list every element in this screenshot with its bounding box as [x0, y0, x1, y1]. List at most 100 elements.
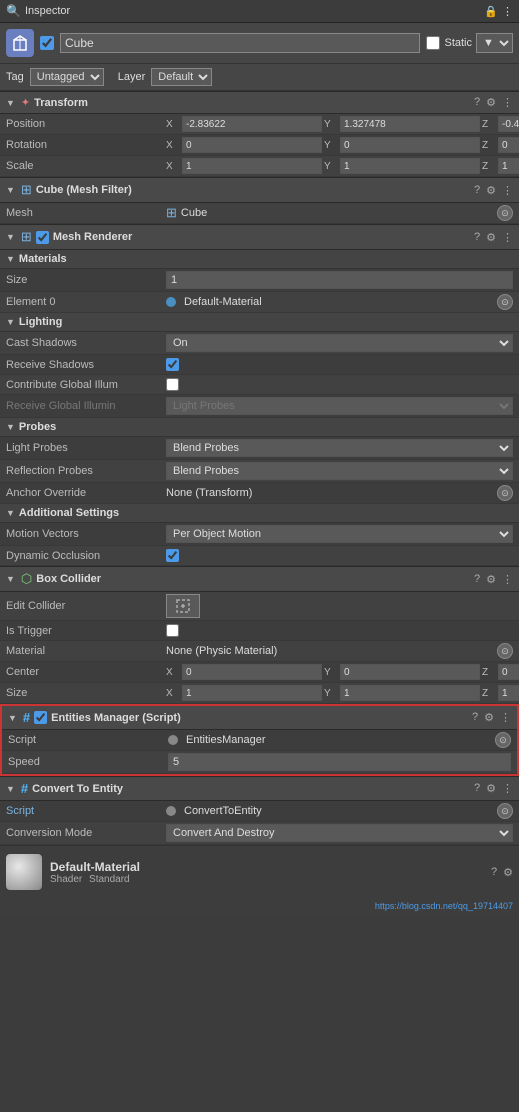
dynamic-occlusion-checkbox[interactable] — [166, 549, 179, 562]
collider-material-ref: None (Physic Material) ⊙ — [166, 643, 513, 659]
mesh-filter-actions: ? ⚙ ⋮ — [474, 184, 513, 197]
motion-vectors-select[interactable]: Per Object Motion — [166, 525, 513, 543]
transform-collapse-triangle: ▼ — [6, 98, 15, 108]
collider-center-row: Center X Y Z — [0, 662, 519, 683]
probes-subsection: ▼ Probes — [0, 418, 519, 437]
tag-label: Tag — [6, 71, 24, 83]
entities-manager-help-icon[interactable]: ? — [472, 711, 478, 724]
receive-gi-select[interactable]: Light Probes — [166, 397, 513, 415]
convert-to-entity-actions: ? ⚙ ⋮ — [474, 782, 513, 795]
position-y-input[interactable] — [340, 116, 480, 132]
position-x-input[interactable] — [182, 116, 322, 132]
static-dropdown[interactable]: ▼ — [476, 33, 513, 53]
rotation-y-input[interactable] — [340, 137, 480, 153]
size-z-input[interactable] — [498, 685, 519, 701]
entities-manager-section-header[interactable]: ▼ # Entities Manager (Script) ? ⚙ ⋮ — [2, 706, 517, 730]
position-xyz: X Y Z — [166, 116, 519, 132]
size-x-input[interactable] — [182, 685, 322, 701]
mesh-filter-settings-icon[interactable]: ⚙ — [486, 184, 496, 197]
edit-collider-button[interactable] — [166, 594, 200, 618]
entities-speed-input[interactable] — [168, 753, 511, 771]
receive-gi-row: Receive Global Illumin Light Probes — [0, 395, 519, 418]
reflection-probes-select[interactable]: Blend Probes — [166, 462, 513, 480]
box-collider-section-header[interactable]: ▼ ⬡ Box Collider ? ⚙ ⋮ — [0, 566, 519, 592]
center-x-input[interactable] — [182, 664, 322, 680]
convert-to-entity-collapse-triangle: ▼ — [6, 784, 15, 794]
materials-size-row: Size — [0, 269, 519, 292]
rotation-z-input[interactable] — [498, 137, 519, 153]
entities-manager-highlighted-container: ▼ # Entities Manager (Script) ? ⚙ ⋮ Scri… — [0, 704, 519, 776]
transform-section-header[interactable]: ▼ ✦ Transform ? ⚙ ⋮ — [0, 91, 519, 114]
material-help-icon[interactable]: ? — [491, 866, 497, 879]
position-z-input[interactable] — [498, 116, 519, 132]
size-y-input[interactable] — [340, 685, 480, 701]
material-settings-icon[interactable]: ⚙ — [503, 866, 513, 879]
anchor-override-row: Anchor Override None (Transform) ⊙ — [0, 483, 519, 504]
box-collider-settings-icon[interactable]: ⚙ — [486, 573, 496, 586]
object-name-input[interactable] — [60, 33, 420, 53]
scale-x-input[interactable] — [182, 158, 322, 174]
conversion-mode-select[interactable]: Convert And Destroy — [166, 824, 513, 842]
collider-material-row: Material None (Physic Material) ⊙ — [0, 641, 519, 662]
entities-manager-settings-icon[interactable]: ⚙ — [484, 711, 494, 724]
mesh-renderer-section-header[interactable]: ▼ ⊞ Mesh Renderer ? ⚙ ⋮ — [0, 224, 519, 250]
light-probes-row: Light Probes Blend Probes — [0, 437, 519, 460]
static-checkbox[interactable] — [426, 36, 440, 50]
object-enabled-checkbox[interactable] — [40, 36, 54, 50]
entities-manager-menu-icon[interactable]: ⋮ — [500, 711, 511, 724]
convert-to-entity-section-header[interactable]: ▼ # Convert To Entity ? ⚙ ⋮ — [0, 776, 519, 801]
conversion-mode-label: Conversion Mode — [6, 827, 166, 839]
material-info: Default-Material Shader Standard — [50, 860, 491, 885]
mesh-renderer-menu-icon[interactable]: ⋮ — [502, 231, 513, 244]
transform-actions: ? ⚙ ⋮ — [474, 96, 513, 109]
mesh-label: Mesh — [6, 207, 166, 219]
collider-size-row: Size X Y Z — [0, 683, 519, 704]
rotation-x-input[interactable] — [182, 137, 322, 153]
convert-settings-icon[interactable]: ⚙ — [486, 782, 496, 795]
mesh-renderer-help-icon[interactable]: ? — [474, 231, 480, 244]
convert-script-select-btn[interactable]: ⊙ — [497, 803, 513, 819]
mesh-row: Mesh ⊞ Cube ⊙ — [0, 203, 519, 224]
tag-select[interactable]: Untagged — [30, 68, 104, 86]
mesh-renderer-settings-icon[interactable]: ⚙ — [486, 231, 496, 244]
convert-help-icon[interactable]: ? — [474, 782, 480, 795]
mesh-filter-help-icon[interactable]: ? — [474, 184, 480, 197]
transform-settings-icon[interactable]: ⚙ — [486, 96, 496, 109]
transform-help-icon[interactable]: ? — [474, 96, 480, 109]
convert-menu-icon[interactable]: ⋮ — [502, 782, 513, 795]
scale-y-input[interactable] — [340, 158, 480, 174]
tag-layer-row: Tag Untagged Layer Default — [0, 64, 519, 91]
menu-icon[interactable]: ⋮ — [502, 5, 513, 18]
entities-script-select-btn[interactable]: ⊙ — [495, 732, 511, 748]
box-collider-menu-icon[interactable]: ⋮ — [502, 573, 513, 586]
center-z-input[interactable] — [498, 664, 519, 680]
receive-shadows-checkbox[interactable] — [166, 358, 179, 371]
collider-material-select-btn[interactable]: ⊙ — [497, 643, 513, 659]
mesh-filter-section-header[interactable]: ▼ ⊞ Cube (Mesh Filter) ? ⚙ ⋮ — [0, 177, 519, 203]
light-probes-select[interactable]: Blend Probes — [166, 439, 513, 457]
lighting-triangle: ▼ — [6, 317, 15, 327]
entities-manager-actions: ? ⚙ ⋮ — [472, 711, 511, 724]
transform-menu-icon[interactable]: ⋮ — [502, 96, 513, 109]
center-y-input[interactable] — [340, 664, 480, 680]
materials-size-input[interactable] — [166, 271, 513, 289]
cast-shadows-select[interactable]: On — [166, 334, 513, 352]
box-collider-help-icon[interactable]: ? — [474, 573, 480, 586]
scale-y-label: Y — [324, 161, 336, 172]
mesh-select-btn[interactable]: ⊙ — [497, 205, 513, 221]
layer-select[interactable]: Default — [151, 68, 212, 86]
mesh-filter-menu-icon[interactable]: ⋮ — [502, 184, 513, 197]
element0-select-btn[interactable]: ⊙ — [497, 294, 513, 310]
anchor-override-select-btn[interactable]: ⊙ — [497, 485, 513, 501]
position-label: Position — [6, 118, 166, 130]
mesh-renderer-section-title: Mesh Renderer — [53, 231, 470, 243]
convert-to-entity-icon: # — [21, 781, 28, 796]
lock-icon[interactable]: 🔒 — [484, 5, 498, 18]
mesh-renderer-enabled-checkbox[interactable] — [36, 231, 49, 244]
is-trigger-checkbox[interactable] — [166, 624, 179, 637]
scale-z-input[interactable] — [498, 158, 519, 174]
dynamic-occlusion-label: Dynamic Occlusion — [6, 550, 166, 562]
entities-manager-enabled-checkbox[interactable] — [34, 711, 47, 724]
contribute-gi-checkbox[interactable] — [166, 378, 179, 391]
materials-size-label: Size — [6, 274, 166, 286]
